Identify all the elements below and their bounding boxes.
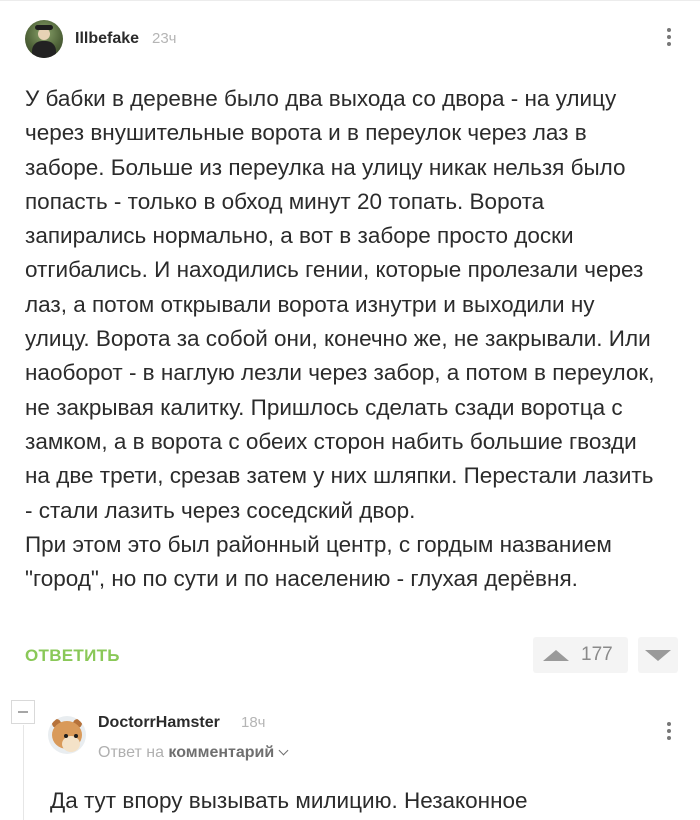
reply-button[interactable]: ОТВЕТИТЬ (25, 646, 120, 666)
reply-to-link[interactable]: Ответ на комментарий (98, 744, 289, 762)
chevron-down-icon[interactable] (278, 745, 289, 756)
author-name[interactable]: Illbefake (75, 30, 139, 48)
hamster-eye (74, 734, 78, 738)
triangle-up-icon (543, 650, 569, 661)
author-name[interactable]: DoctorrHamster (98, 714, 220, 732)
reply-to-prefix: Ответ на (98, 744, 169, 761)
comment-time: 18ч (241, 714, 266, 731)
collapse-thread-button[interactable] (11, 700, 35, 724)
comment-text: У бабки в деревне было два выхода со дво… (25, 86, 655, 592)
triangle-down-icon (645, 650, 671, 661)
vote-up-button[interactable]: 177 (533, 637, 628, 673)
more-options-icon[interactable] (663, 25, 675, 55)
avatar-figure-body (32, 41, 56, 58)
avatar[interactable] (48, 716, 86, 754)
hamster-face-icon (52, 721, 82, 752)
more-options-icon[interactable] (663, 719, 675, 749)
rating-count: 177 (581, 644, 613, 665)
hamster-belly (62, 736, 80, 752)
hamster-eye (64, 734, 68, 738)
avatar-figure-hat (35, 25, 53, 30)
vote-down-button[interactable] (638, 637, 678, 673)
top-divider (0, 0, 700, 5)
rating-block: 177 (533, 637, 678, 673)
avatar[interactable] (25, 20, 63, 58)
thread-line[interactable] (23, 725, 24, 820)
reply-to-target[interactable]: комментарий (168, 744, 274, 761)
comment-text: Да тут впору вызывать милицию. Незаконно… (50, 788, 528, 813)
comment-time: 23ч (152, 30, 177, 47)
